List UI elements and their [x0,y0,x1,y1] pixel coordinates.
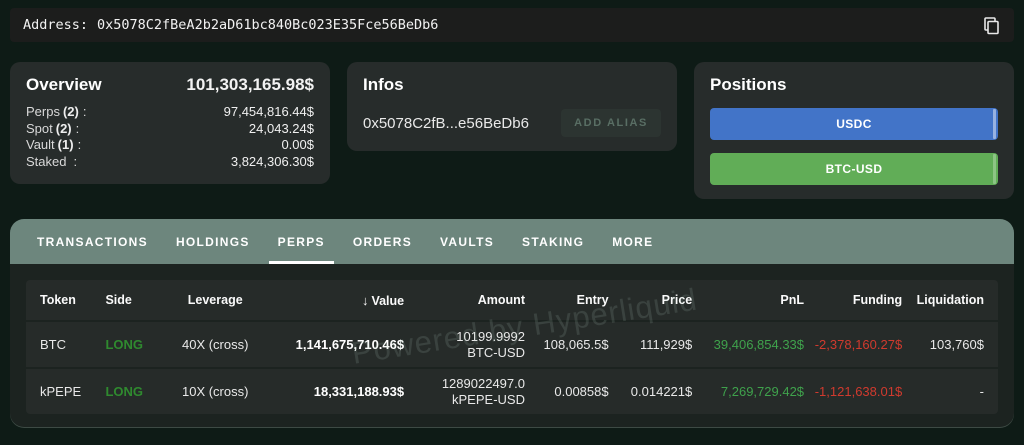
overview-title: Overview [26,75,102,95]
cell-price: 111,929$ [611,337,695,352]
cell-liquidation: 103,760$ [904,337,986,352]
cell-funding: -2,378,160.27$ [806,337,904,352]
cell-token: BTC [38,337,103,352]
sort-desc-icon: ↓ [362,293,369,308]
cell-amount: 10199.9992 BTC-USD [406,329,527,361]
position-fill-marker [993,109,996,139]
infos-title: Infos [363,75,661,95]
address-bar: Address: 0x5078C2fBeA2b2aD61bc840Bc023E3… [10,8,1014,42]
cell-side: LONG [103,384,165,399]
vault-count: (1) [58,137,74,152]
cell-pnl: 39,406,854.33$ [694,337,806,352]
perps-count: (2) [63,104,79,119]
col-header-pnl[interactable]: PnL [694,293,806,307]
col-header-liquidation[interactable]: Liquidation [904,293,986,307]
staked-value: 3,824,306.30$ [231,154,314,171]
cell-price: 0.014221$ [611,384,695,399]
overview-row-spot: Spot(2): 24,043.24$ [26,121,314,138]
perps-table-wrapper: Token Side Leverage ↓Value Amount Entry … [10,264,1014,428]
copy-icon [981,16,1000,35]
tab-perps[interactable]: PERPS [278,219,325,264]
table-row[interactable]: kPEPE LONG 10X (cross) 18,331,188.93$ 12… [26,369,998,414]
tab-holdings[interactable]: HOLDINGS [176,219,250,264]
position-button-btc-usd[interactable]: BTC-USD [710,153,998,185]
tab-transactions[interactable]: TRANSACTIONS [37,219,148,264]
spot-label: Spot [26,121,53,136]
positions-card: Positions USDC BTC-USD [694,62,1014,199]
overview-row-staked: Staked: 3,824,306.30$ [26,154,314,171]
overview-row-vault: Vault(1): 0.00$ [26,137,314,154]
tab-more[interactable]: MORE [612,219,653,264]
cell-amount: 1289022497.0 kPEPE-USD [406,376,527,408]
amount-quantity: 1289022497.0 [408,376,525,392]
spot-value: 24,043.24$ [249,121,314,138]
col-header-entry[interactable]: Entry [527,293,611,307]
cell-leverage: 40X (cross) [165,337,265,352]
tab-orders[interactable]: ORDERS [353,219,412,264]
col-header-token[interactable]: Token [38,293,103,307]
tab-staking[interactable]: STAKING [522,219,584,264]
overview-total-value: 101,303,165.98$ [186,75,314,95]
cell-liquidation: - [904,384,986,399]
table-row[interactable]: BTC LONG 40X (cross) 1,141,675,710.46$ 1… [26,322,998,369]
position-label-usdc: USDC [836,117,872,131]
cell-token: kPEPE [38,384,103,399]
tab-bar: TRANSACTIONS HOLDINGS PERPS ORDERS VAULT… [10,219,1014,264]
summary-cards-row: Overview 101,303,165.98$ Perps(2): 97,45… [10,62,1014,199]
cell-pnl: 7,269,729.42$ [694,384,806,399]
short-address: 0x5078C2fB...e56BeDb6 [363,115,529,132]
address-label: Address: [23,17,88,33]
col-header-funding[interactable]: Funding [806,293,904,307]
position-button-usdc[interactable]: USDC [710,108,998,140]
cell-leverage: 10X (cross) [165,384,265,399]
address-value: 0x5078C2fBeA2b2aD61bc840Bc023E35Fce56BeD… [97,17,438,33]
overview-row-perps: Perps(2): 97,454,816.44$ [26,104,314,121]
staked-label: Staked [26,154,66,169]
col-header-side[interactable]: Side [103,293,165,307]
cell-entry: 108,065.5$ [527,337,611,352]
col-header-leverage[interactable]: Leverage [165,293,265,307]
main-panel: TRANSACTIONS HOLDINGS PERPS ORDERS VAULT… [10,219,1014,428]
col-header-value[interactable]: ↓Value [265,293,406,308]
cell-side: LONG [103,337,165,352]
vault-value: 0.00$ [281,137,314,154]
infos-card: Infos 0x5078C2fB...e56BeDb6 ADD ALIAS [347,62,677,151]
col-header-price[interactable]: Price [611,293,695,307]
cell-entry: 0.00858$ [527,384,611,399]
position-label-btc-usd: BTC-USD [826,162,883,176]
cell-value: 1,141,675,710.46$ [265,337,406,352]
amount-pair: kPEPE-USD [408,392,525,408]
add-alias-button[interactable]: ADD ALIAS [561,109,661,137]
positions-title: Positions [710,75,998,95]
table-header-row: Token Side Leverage ↓Value Amount Entry … [26,280,998,322]
overview-card: Overview 101,303,165.98$ Perps(2): 97,45… [10,62,330,184]
amount-quantity: 10199.9992 [408,329,525,345]
cell-value: 18,331,188.93$ [265,384,406,399]
spot-count: (2) [56,121,72,136]
col-header-amount[interactable]: Amount [406,293,527,307]
cell-funding: -1,121,638.01$ [806,384,904,399]
copy-address-button[interactable] [979,14,1001,36]
perps-value: 97,454,816.44$ [224,104,314,121]
perps-table: Token Side Leverage ↓Value Amount Entry … [26,280,998,414]
tab-vaults[interactable]: VAULTS [440,219,494,264]
vault-label: Vault [26,137,55,152]
perps-label: Perps [26,104,60,119]
position-fill-marker [993,154,996,184]
amount-pair: BTC-USD [408,345,525,361]
